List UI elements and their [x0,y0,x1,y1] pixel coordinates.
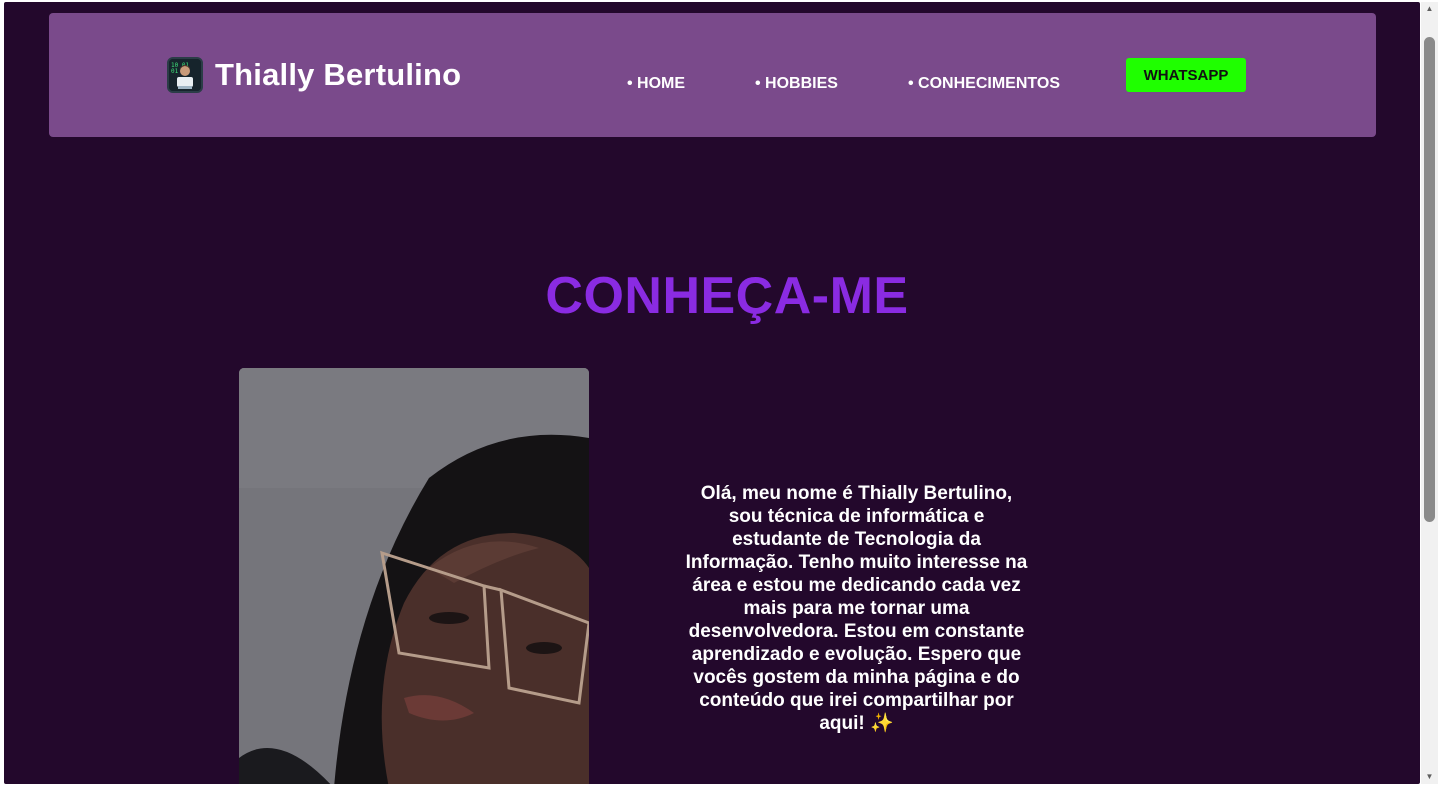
bio-paragraph: Olá, meu nome é Thially Bertulino, sou t… [685,483,1028,734]
brand[interactable]: 10 01 01 10 Thially Bertulino [167,57,461,93]
nav-conhecimentos-link[interactable]: • CONHECIMENTOS [908,75,1060,93]
page-viewport: 10 01 01 10 Thially Bertulino • HOME • H… [4,2,1420,784]
nav-home-link[interactable]: • HOME [627,75,685,93]
brand-title: Thially Bertulino [215,57,462,92]
scroll-down-arrow-icon[interactable]: ▼ [1421,770,1438,784]
navbar: 10 01 01 10 Thially Bertulino • HOME • H… [49,13,1376,137]
profile-photo [239,368,589,784]
technologist-emoji-icon: 10 01 01 10 [167,57,203,93]
scroll-up-arrow-icon[interactable]: ▲ [1421,2,1438,16]
section-title: CONHEÇA-ME [545,267,909,325]
sparkles-icon: ✨ [870,713,894,734]
scrollbar-thumb[interactable] [1424,37,1435,522]
nav-hobbies-link[interactable]: • HOBBIES [755,75,838,93]
scrollbar[interactable]: ▲ ▼ [1421,2,1438,784]
whatsapp-button[interactable]: WHATSAPP [1126,58,1246,92]
bio-text: Olá, meu nome é Thially Bertulino, sou t… [684,482,1029,735]
